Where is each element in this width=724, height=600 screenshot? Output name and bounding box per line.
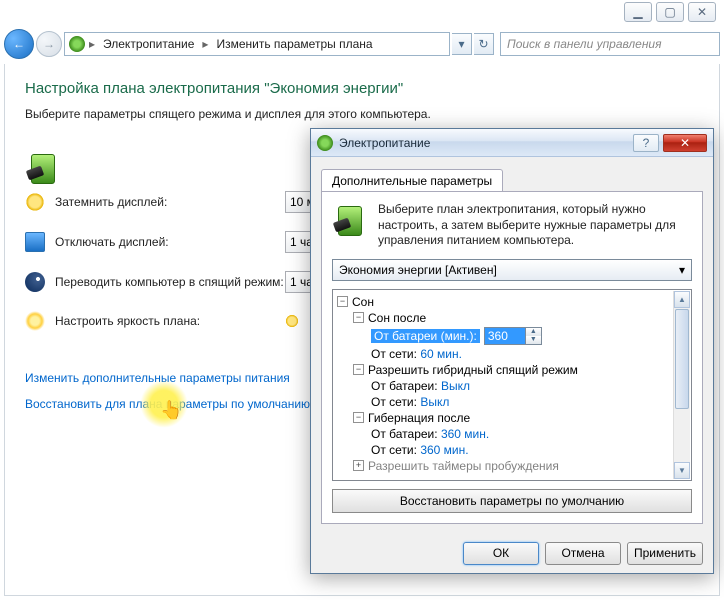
tree-hybrid-ac-label[interactable]: От сети:: [371, 395, 417, 409]
scroll-up-button[interactable]: ▲: [674, 291, 690, 308]
tree-sleep[interactable]: Сон: [352, 295, 374, 309]
tree-hybrid-batt-label[interactable]: От батареи:: [371, 379, 438, 393]
sleep-icon: [25, 272, 45, 292]
restore-defaults-button[interactable]: Восстановить параметры по умолчанию: [332, 489, 692, 513]
sleep-battery-spinner[interactable]: ▲▼: [484, 327, 542, 345]
turn-off-display-label: Отключать дисплей:: [55, 235, 285, 249]
turn-off-display-icon: [25, 232, 45, 252]
spin-down-icon[interactable]: ▼: [526, 336, 541, 344]
page-title: Настройка плана электропитания "Экономия…: [25, 80, 699, 97]
address-bar[interactable]: ▸ Электропитание ▸ Изменить параметры пл…: [64, 32, 450, 56]
cancel-button[interactable]: Отмена: [545, 542, 621, 565]
dialog-close-button[interactable]: ✕: [663, 134, 707, 152]
tree-hib-batt-label[interactable]: От батареи:: [371, 427, 438, 441]
nav-back-button[interactable]: ←: [4, 29, 34, 59]
maximize-button[interactable]: ▢: [656, 2, 684, 22]
plan-battery-icon: [25, 150, 61, 186]
settings-tree[interactable]: −Сон −Сон после От батареи (мин.): ▲▼ От…: [332, 289, 692, 481]
tree-battery-min-label[interactable]: От батареи (мин.):: [371, 329, 480, 343]
address-history-button[interactable]: ▾: [452, 33, 472, 55]
tree-toggle[interactable]: −: [353, 412, 364, 423]
tree-hibernate-after[interactable]: Гибернация после: [368, 411, 470, 425]
dialog-titlebar[interactable]: Электропитание ? ✕: [311, 129, 713, 157]
apply-button[interactable]: Применить: [627, 542, 703, 565]
dialog-battery-icon: [332, 202, 368, 238]
crumb-edit-plan[interactable]: Изменить параметры плана: [212, 37, 376, 51]
page-subtitle: Выберите параметры спящего режима и дисп…: [25, 107, 699, 121]
spin-up-icon[interactable]: ▲: [526, 328, 541, 336]
tree-hib-batt-value[interactable]: 360 мин.: [441, 427, 489, 441]
crumb-power-options[interactable]: Электропитание: [99, 37, 198, 51]
dialog-help-button[interactable]: ?: [633, 134, 659, 152]
brightness-label: Настроить яркость плана:: [55, 314, 285, 328]
tree-ac-label[interactable]: От сети:: [371, 347, 417, 361]
tree-ac-value[interactable]: 60 мин.: [420, 347, 462, 361]
scroll-thumb[interactable]: [675, 309, 689, 409]
tree-wake-timers[interactable]: Разрешить таймеры пробуждения: [368, 459, 559, 473]
tree-hybrid-ac-value[interactable]: Выкл: [420, 395, 449, 409]
minimize-button[interactable]: ▁: [624, 2, 652, 22]
dialog-power-icon: [317, 135, 333, 151]
tree-hib-ac-value[interactable]: 360 мин.: [420, 443, 468, 457]
tree-scrollbar[interactable]: ▲ ▼: [673, 291, 690, 479]
navbar: ← → ▸ Электропитание ▸ Изменить параметр…: [4, 28, 720, 60]
crumb-separator: ▸: [89, 37, 95, 51]
ok-button[interactable]: ОК: [463, 542, 539, 565]
tree-toggle[interactable]: −: [337, 296, 348, 307]
window-close-button[interactable]: ✕: [688, 2, 716, 22]
tree-toggle[interactable]: −: [353, 364, 364, 375]
dropdown-icon: ▾: [679, 263, 685, 277]
dialog-title: Электропитание: [339, 136, 633, 150]
crumb-separator: ▸: [202, 37, 208, 51]
tree-sleep-after[interactable]: Сон после: [368, 311, 426, 325]
dim-display-label: Затемнить дисплей:: [55, 195, 285, 209]
refresh-button[interactable]: ↻: [474, 33, 494, 55]
plan-select-combo[interactable]: Экономия энергии [Активен] ▾: [332, 259, 692, 281]
sleep-label: Переводить компьютер в спящий режим:: [55, 275, 285, 289]
tree-toggle[interactable]: −: [353, 312, 364, 323]
nav-forward-button[interactable]: →: [36, 31, 62, 57]
tree-hybrid-sleep[interactable]: Разрешить гибридный спящий режим: [368, 363, 578, 377]
power-plan-icon: [69, 36, 85, 52]
dialog-description: Выберите план электропитания, который ну…: [378, 202, 692, 249]
tree-hib-ac-label[interactable]: От сети:: [371, 443, 417, 457]
brightness-icon: [25, 311, 45, 331]
scroll-down-button[interactable]: ▼: [674, 462, 690, 479]
power-options-dialog: Электропитание ? ✕ Дополнительные параме…: [310, 128, 714, 574]
sleep-battery-input[interactable]: [485, 328, 525, 344]
tab-advanced-settings[interactable]: Дополнительные параметры: [321, 169, 503, 191]
brightness-low-icon: [285, 314, 299, 328]
search-input[interactable]: Поиск в панели управления: [500, 32, 720, 56]
tree-toggle[interactable]: +: [353, 460, 364, 471]
tree-hybrid-batt-value[interactable]: Выкл: [441, 379, 470, 393]
plan-selected-label: Экономия энергии [Активен]: [339, 263, 497, 277]
